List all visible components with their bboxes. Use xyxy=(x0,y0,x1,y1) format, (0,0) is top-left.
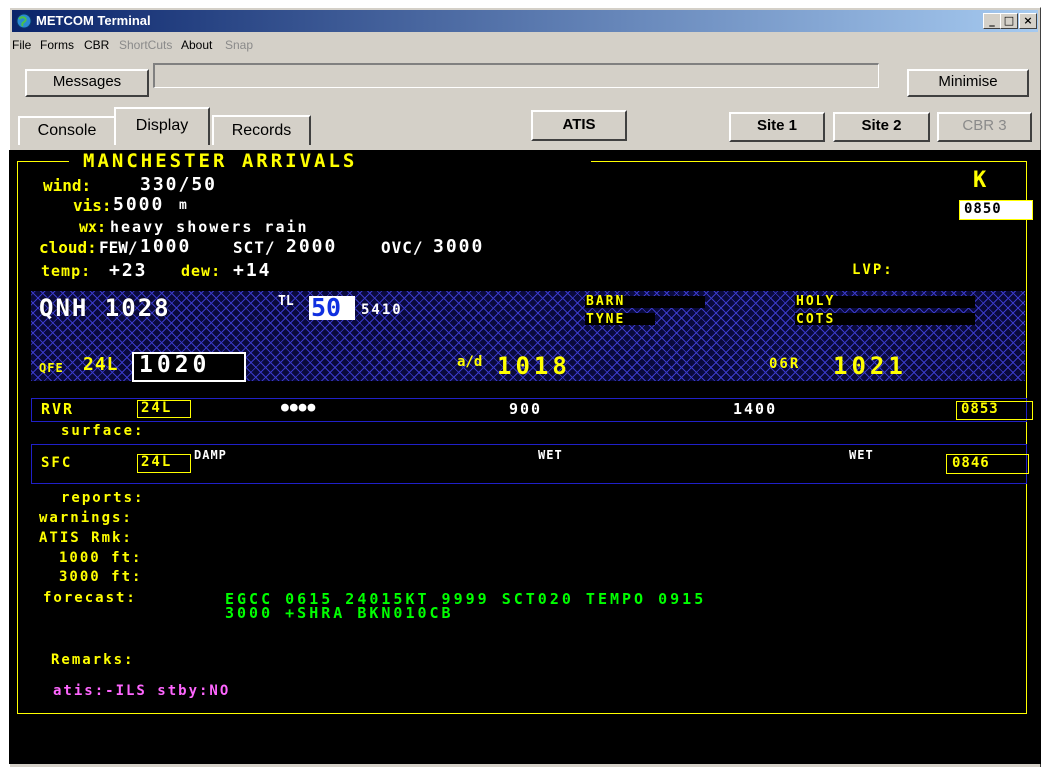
temp-value: +23 xyxy=(109,260,148,281)
window-title: METCOM Terminal xyxy=(36,13,151,28)
time-3: 0846 xyxy=(952,455,990,471)
qnh-value: QNH 1028 xyxy=(39,294,171,322)
sfc-second: WET xyxy=(538,448,563,462)
rvr-label: RVR xyxy=(41,400,75,418)
time-1: 0850 xyxy=(964,201,1002,217)
runway2-label: 06R xyxy=(769,356,801,372)
cloud-label: cloud: xyxy=(39,238,97,257)
cots-label: COTS xyxy=(796,312,836,327)
sfc-label: SFC xyxy=(41,455,73,471)
qfe-runway: 24L xyxy=(83,354,119,375)
cbr3-button[interactable]: CBR 3 xyxy=(937,112,1032,142)
rvr-mid: 900 xyxy=(509,400,543,418)
tab-console[interactable]: Console xyxy=(18,116,116,145)
remarks-label: Remarks: xyxy=(51,652,135,668)
menu-forms[interactable]: Forms xyxy=(40,38,74,52)
code-letter: K xyxy=(973,168,987,193)
vis-label: vis: xyxy=(73,196,112,215)
vis-unit: m xyxy=(179,198,187,213)
forecast-label: forecast: xyxy=(43,590,137,606)
ft1000-label: 1000 ft: xyxy=(59,550,143,566)
sfc-runway: 24L xyxy=(141,454,173,470)
dew-label: dew: xyxy=(181,262,222,280)
atis-remark-label: ATIS Rmk: xyxy=(39,530,133,546)
tab-records[interactable]: Records xyxy=(212,115,311,145)
qfe-value: 1020 xyxy=(139,352,211,378)
cloud-ovc-height: 3000 xyxy=(433,236,485,257)
menu-shortcuts[interactable]: ShortCuts xyxy=(119,38,172,52)
site1-button[interactable]: Site 1 xyxy=(729,112,825,142)
sfc-first: DAMP xyxy=(194,448,227,462)
messages-button[interactable]: Messages xyxy=(25,69,149,97)
time-2: 0853 xyxy=(961,401,999,417)
atis-button[interactable]: ATIS xyxy=(531,110,627,141)
close-button[interactable]: × xyxy=(1019,13,1037,29)
warnings-label: warnings: xyxy=(39,510,133,526)
surface-label: surface: xyxy=(61,423,145,439)
minimize-button[interactable]: _ xyxy=(983,13,1001,29)
dew-value: +14 xyxy=(233,260,272,281)
globe-icon xyxy=(16,13,32,29)
minimise-button[interactable]: Minimise xyxy=(907,69,1029,97)
wx-label: wx: xyxy=(79,218,107,236)
runway2-value: 1021 xyxy=(833,352,907,380)
message-field[interactable] xyxy=(153,63,879,88)
tl-value: 50 xyxy=(311,293,342,322)
barn-label: BARN xyxy=(586,294,626,309)
ad-label: a/d xyxy=(457,354,483,370)
site2-button[interactable]: Site 2 xyxy=(833,112,930,142)
maximize-button[interactable]: □ xyxy=(1000,13,1018,29)
tyne-label: TYNE xyxy=(586,312,626,327)
cloud-sct-height: 2000 xyxy=(286,236,338,257)
holy-label: HOLY xyxy=(796,294,836,309)
wind-value: 330/50 xyxy=(140,174,218,195)
rvr-runway: 24L xyxy=(141,400,173,416)
qnh-code: 5410 xyxy=(361,302,403,318)
qfe-label: QFE xyxy=(39,361,64,375)
menu-snap[interactable]: Snap xyxy=(225,38,253,52)
atis-remark: atis:-ILS stby:NO xyxy=(53,683,231,699)
display-header: MANCHESTER ARRIVALS xyxy=(83,150,358,172)
ad-value: 1018 xyxy=(497,352,571,380)
atis-display: MANCHESTER ARRIVALS wind: 330/50 K vis: … xyxy=(9,150,1041,764)
lvp-label: LVP: xyxy=(852,262,894,278)
cloud-few: FEW/ xyxy=(99,238,138,257)
cloud-sct: SCT/ xyxy=(233,238,276,257)
temp-label: temp: xyxy=(41,262,92,280)
sfc-third: WET xyxy=(849,448,874,462)
rvr-end: 1400 xyxy=(733,400,778,418)
menu-cbr[interactable]: CBR xyxy=(84,38,109,52)
wind-label: wind: xyxy=(43,176,92,195)
tl-label: TL xyxy=(278,294,294,309)
vis-value: 5000 xyxy=(113,194,165,215)
tab-display[interactable]: Display xyxy=(114,107,210,145)
rvr-tdz: ●●●● xyxy=(281,400,317,415)
reports-label: reports: xyxy=(61,490,145,506)
cloud-ovc: OVC/ xyxy=(381,238,424,257)
wx-value: heavy showers rain xyxy=(110,218,309,236)
menu-about[interactable]: About xyxy=(181,38,212,52)
menu-file[interactable]: File xyxy=(12,38,31,52)
ft3000-label: 3000 ft: xyxy=(59,569,143,585)
cloud-few-height: 1000 xyxy=(140,236,192,257)
title-bar: METCOM Terminal _ □ × xyxy=(12,10,1038,32)
forecast-line-2: 3000 +SHRA BKN010CB xyxy=(225,604,454,622)
